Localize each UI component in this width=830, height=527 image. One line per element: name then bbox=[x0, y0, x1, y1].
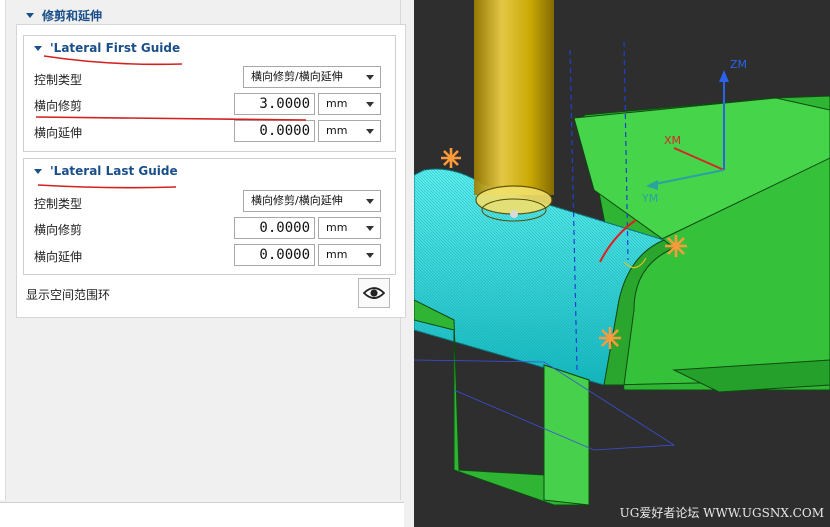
axis-zm-arrow bbox=[719, 70, 729, 82]
snap-marker-2 bbox=[665, 235, 687, 257]
last-trim-unit: mm bbox=[326, 221, 348, 234]
chevron-down-icon bbox=[366, 253, 374, 258]
annotation-underlines bbox=[35, 55, 307, 189]
last-trim-unit-select[interactable]: mm bbox=[318, 217, 381, 239]
snap-marker-1 bbox=[441, 148, 461, 168]
last-trim-input[interactable]: 0.0000 bbox=[234, 217, 315, 239]
model-view bbox=[414, 0, 830, 506]
axis-xm-label: XM bbox=[664, 134, 682, 147]
last-trim-label: 横向修剪 bbox=[34, 223, 83, 237]
annotation-underline-first-guide bbox=[43, 55, 183, 66]
eye-icon bbox=[363, 287, 385, 299]
last-extend-input[interactable]: 0.0000 bbox=[234, 244, 315, 266]
annotation-underline-last-guide bbox=[37, 184, 177, 189]
trim-extend-dialog: 修剪和延伸 'Lateral First Guide 控制类型 横向修剪/横向延… bbox=[0, 0, 414, 527]
chevron-down-icon bbox=[366, 226, 374, 231]
last-extend-label: 横向延伸 bbox=[34, 250, 83, 264]
axis-ym-label: YM bbox=[642, 192, 659, 205]
dialog-footer bbox=[0, 502, 404, 527]
tool-center bbox=[510, 210, 518, 218]
watermark: UG爱好者论坛 WWW.UGSNX.COM bbox=[619, 506, 824, 520]
graphics-viewport[interactable]: ZM XM YM UG爱好者论坛 WWW.UGSNX.COM bbox=[414, 0, 830, 527]
snap-marker-3 bbox=[599, 327, 621, 349]
show-range-ring-toggle[interactable] bbox=[358, 278, 390, 308]
tool-tip bbox=[475, 185, 553, 215]
last-extend-unit-select[interactable]: mm bbox=[318, 244, 381, 266]
cutting-tool bbox=[474, 0, 554, 195]
last-extend-unit: mm bbox=[326, 248, 348, 261]
annotation-underline-trim bbox=[35, 116, 307, 121]
axis-zm-label: ZM bbox=[730, 58, 748, 71]
show-range-ring-label: 显示空间范围环 bbox=[26, 288, 111, 302]
